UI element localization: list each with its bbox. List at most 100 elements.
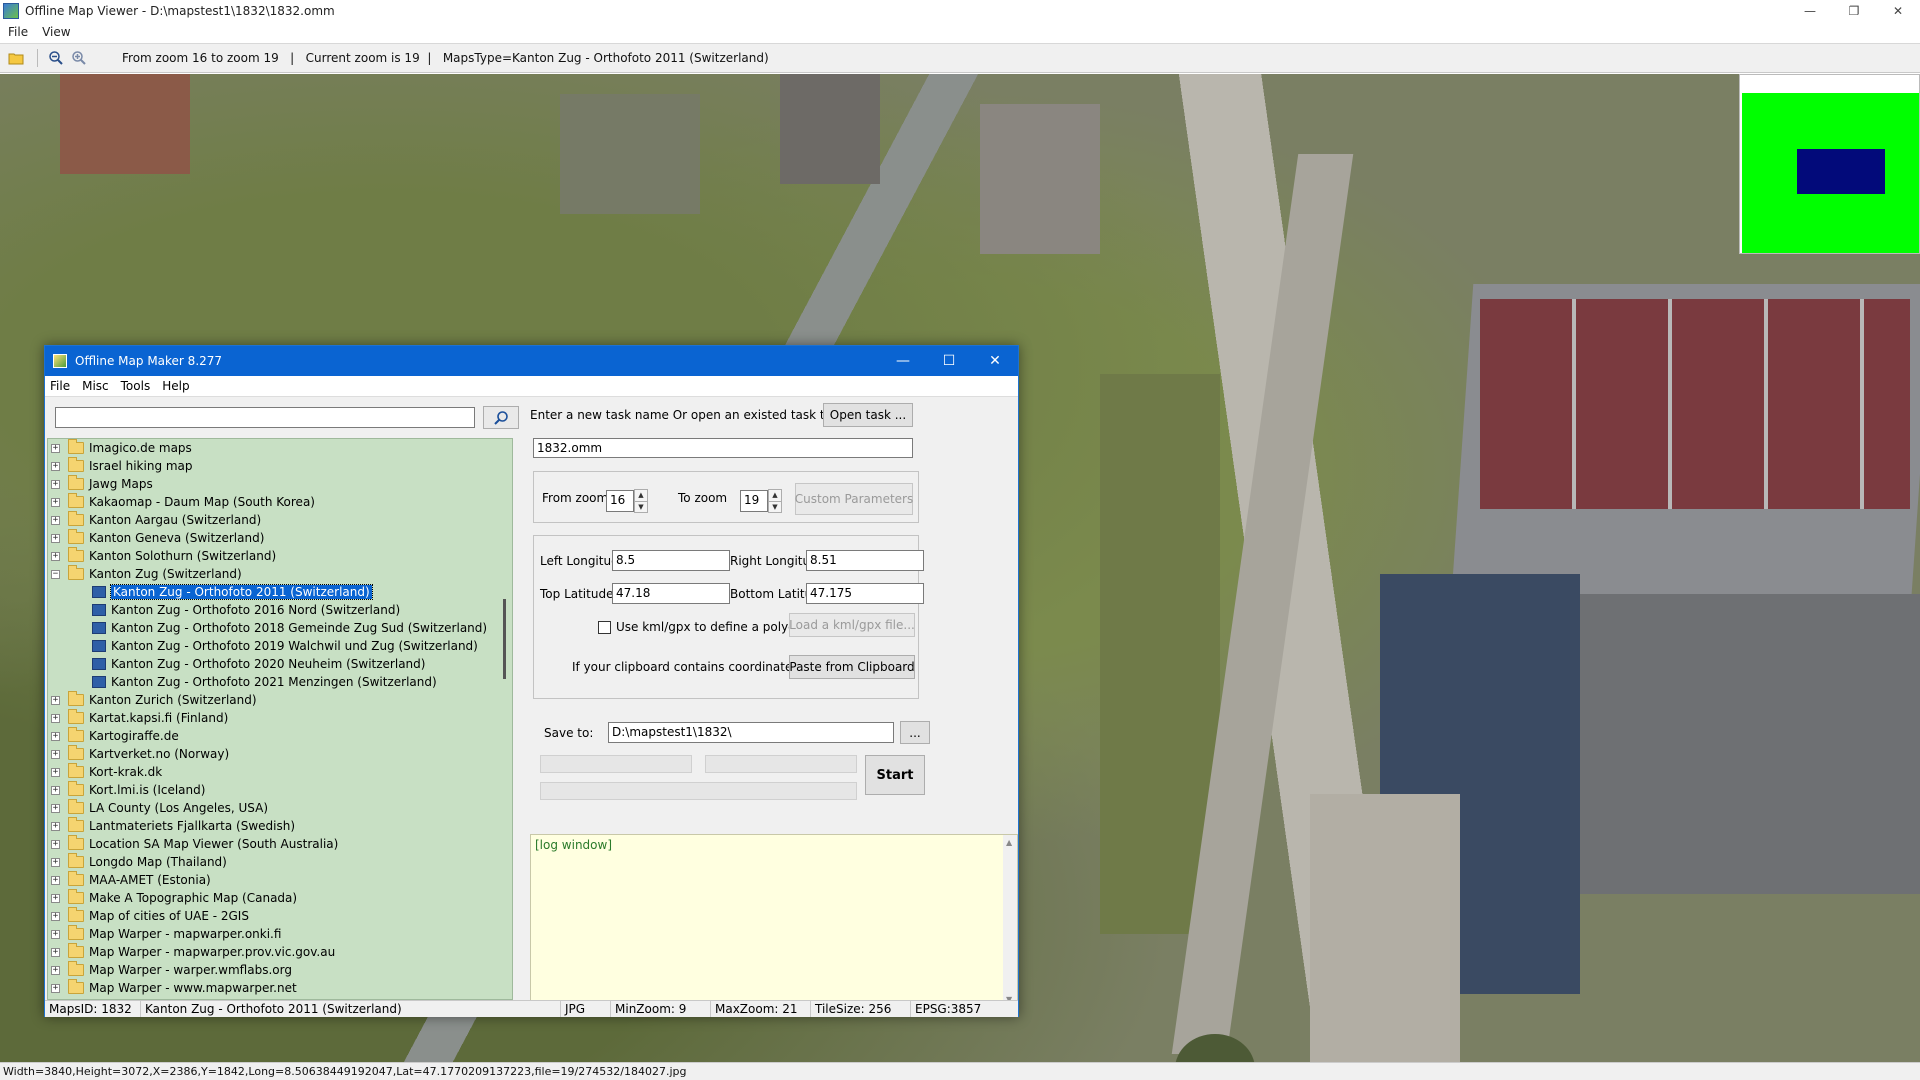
tree-folder-item[interactable]: + Kort.lmi.is (Iceland)	[48, 781, 512, 799]
dialog-maximize-button[interactable]: ☐	[926, 346, 972, 376]
tree-folder-item[interactable]: + Lantmateriets Fjallkarta (Swedish)	[48, 817, 512, 835]
tree-folder-item[interactable]: + Kort-krak.dk	[48, 763, 512, 781]
map-type-tree[interactable]: + Imagico.de maps + Israel hiking map + Jawg …	[47, 438, 513, 1000]
expand-icon[interactable]: +	[51, 929, 60, 939]
expand-icon[interactable]: +	[51, 713, 60, 723]
zoom-out-icon[interactable]	[46, 48, 66, 68]
tree-folder-item[interactable]: + LA County (Los Angeles, USA)	[48, 799, 512, 817]
tree-child-item[interactable]: Kanton Zug - Orthofoto 2021 Menzingen (S…	[48, 673, 512, 691]
log-scrollbar[interactable]: ▲ ▼	[1003, 835, 1017, 1007]
tree-folder-item[interactable]: + Jawg Maps	[48, 475, 512, 493]
expand-icon[interactable]: +	[51, 551, 60, 561]
top-latitude-field[interactable]: 47.18	[612, 583, 730, 604]
expand-icon[interactable]: +	[51, 839, 60, 849]
start-button[interactable]: Start	[865, 755, 925, 795]
expand-icon[interactable]: +	[51, 965, 60, 975]
bottom-latitude-field[interactable]: 47.175	[806, 583, 924, 604]
expand-icon[interactable]: +	[51, 749, 60, 759]
tree-folder-item[interactable]: + Kartat.kapsi.fi (Finland)	[48, 709, 512, 727]
expand-icon[interactable]: +	[51, 803, 60, 813]
from-zoom-field[interactable]: 16	[606, 490, 634, 512]
tree-folder-item[interactable]: + Map of cities of UAE - 2GIS	[48, 907, 512, 925]
minimize-button[interactable]: —	[1788, 0, 1832, 22]
tree-child-item[interactable]: Kanton Zug - Orthofoto 2020 Neuheim (Swi…	[48, 655, 512, 673]
to-zoom-field[interactable]: 19	[740, 490, 768, 512]
tree-folder-item[interactable]: + Kartverket.no (Norway)	[48, 745, 512, 763]
right-longitude-field[interactable]: 8.51	[806, 550, 924, 571]
collapse-icon[interactable]: −	[51, 569, 60, 579]
zoom-in-icon[interactable]	[69, 48, 89, 68]
expand-icon[interactable]: +	[51, 479, 60, 489]
to-zoom-stepper[interactable]: ▲ ▼	[768, 489, 782, 513]
dialog-minimize-button[interactable]: —	[880, 346, 926, 376]
tree-child-item[interactable]: Kanton Zug - Orthofoto 2019 Walchwil und…	[48, 637, 512, 655]
dialog-menu-file[interactable]: File	[50, 379, 70, 393]
custom-parameters-button[interactable]: Custom Parameters	[795, 483, 913, 515]
expand-icon[interactable]: +	[51, 515, 60, 525]
menu-view[interactable]: View	[42, 25, 70, 39]
task-name-field[interactable]: 1832.omm	[533, 438, 913, 458]
dialog-menu-help[interactable]: Help	[162, 379, 189, 393]
scrollbar-thumb[interactable]	[503, 599, 506, 679]
tree-folder-item[interactable]: + Map Warper - www.mapwarper.net	[48, 979, 512, 997]
tree-folder-item[interactable]: − Kanton Zug (Switzerland)	[48, 565, 512, 583]
from-zoom-stepper[interactable]: ▲ ▼	[634, 489, 648, 513]
tree-folder-item[interactable]: + Map Warper - mapwarper.onki.fi	[48, 925, 512, 943]
paste-clipboard-button[interactable]: Paste from Clipboard	[789, 655, 915, 679]
search-input[interactable]	[55, 407, 475, 428]
tree-folder-item[interactable]: + Israel hiking map	[48, 457, 512, 475]
tree-folder-item[interactable]: + Make A Topographic Map (Canada)	[48, 889, 512, 907]
expand-icon[interactable]: +	[51, 461, 60, 471]
kml-checkbox[interactable]	[598, 621, 611, 634]
tree-folder-item[interactable]: + Kanton Geneva (Switzerland)	[48, 529, 512, 547]
tree-folder-item[interactable]: + Location SA Map Viewer (South Australia…	[48, 835, 512, 853]
expand-icon[interactable]: +	[51, 497, 60, 507]
dialog-menu-misc[interactable]: Misc	[82, 379, 109, 393]
save-path-field[interactable]: D:\mapstest1\1832\	[608, 722, 894, 743]
left-longitude-field[interactable]: 8.5	[612, 550, 730, 571]
tree-scrollbar[interactable]	[498, 439, 512, 999]
maximize-button[interactable]: ❐	[1832, 0, 1876, 22]
tree-folder-item[interactable]: + MAA-AMET (Estonia)	[48, 871, 512, 889]
tree-folder-item[interactable]: + Kartogiraffe.de	[48, 727, 512, 745]
expand-icon[interactable]: +	[51, 983, 60, 993]
scroll-up-icon[interactable]: ▲	[1006, 838, 1012, 847]
expand-icon[interactable]: +	[51, 443, 60, 453]
overview-minimap[interactable]	[1739, 74, 1920, 254]
expand-icon[interactable]: +	[51, 785, 60, 795]
load-kml-button[interactable]: Load a kml/gpx file...	[789, 613, 915, 637]
menu-file[interactable]: File	[8, 25, 28, 39]
tree-folder-item[interactable]: + Map Warper - mapwarper.prov.vic.gov.au	[48, 943, 512, 961]
expand-icon[interactable]: +	[51, 875, 60, 885]
tree-folder-item[interactable]: + Kanton Aargau (Switzerland)	[48, 511, 512, 529]
tree-folder-item[interactable]: + Imagico.de maps	[48, 439, 512, 457]
expand-icon[interactable]: +	[51, 821, 60, 831]
tree-folder-item[interactable]: + Map Warper - warper.wmflabs.org	[48, 961, 512, 979]
spin-down-icon[interactable]: ▼	[769, 500, 781, 513]
spin-up-icon[interactable]: ▲	[769, 490, 781, 501]
expand-icon[interactable]: +	[51, 767, 60, 777]
search-icon[interactable]	[483, 406, 519, 429]
expand-icon[interactable]: +	[51, 911, 60, 921]
tree-folder-item[interactable]: + Longdo Map (Thailand)	[48, 853, 512, 871]
expand-icon[interactable]: +	[51, 857, 60, 867]
spin-down-icon[interactable]: ▼	[635, 500, 647, 513]
open-folder-icon[interactable]	[6, 48, 26, 68]
tree-child-item[interactable]: Kanton Zug - Orthofoto 2016 Nord (Switze…	[48, 601, 512, 619]
minimap-viewport[interactable]	[1797, 149, 1885, 194]
close-button[interactable]: ✕	[1876, 0, 1920, 22]
browse-button[interactable]: ...	[900, 721, 930, 744]
tree-folder-item[interactable]: + Kakaomap - Daum Map (South Korea)	[48, 493, 512, 511]
expand-icon[interactable]: +	[51, 533, 60, 543]
log-window[interactable]: [log window] ▲ ▼	[530, 834, 1018, 1008]
dialog-close-button[interactable]: ✕	[972, 346, 1018, 376]
dialog-menu-tools[interactable]: Tools	[121, 379, 151, 393]
open-task-button[interactable]: Open task ...	[823, 403, 913, 427]
expand-icon[interactable]: +	[51, 893, 60, 903]
expand-icon[interactable]: +	[51, 947, 60, 957]
expand-icon[interactable]: +	[51, 695, 60, 705]
tree-child-item[interactable]: Kanton Zug - Orthofoto 2018 Gemeinde Zug…	[48, 619, 512, 637]
spin-up-icon[interactable]: ▲	[635, 490, 647, 501]
expand-icon[interactable]: +	[51, 731, 60, 741]
tree-folder-item[interactable]: + Kanton Solothurn (Switzerland)	[48, 547, 512, 565]
